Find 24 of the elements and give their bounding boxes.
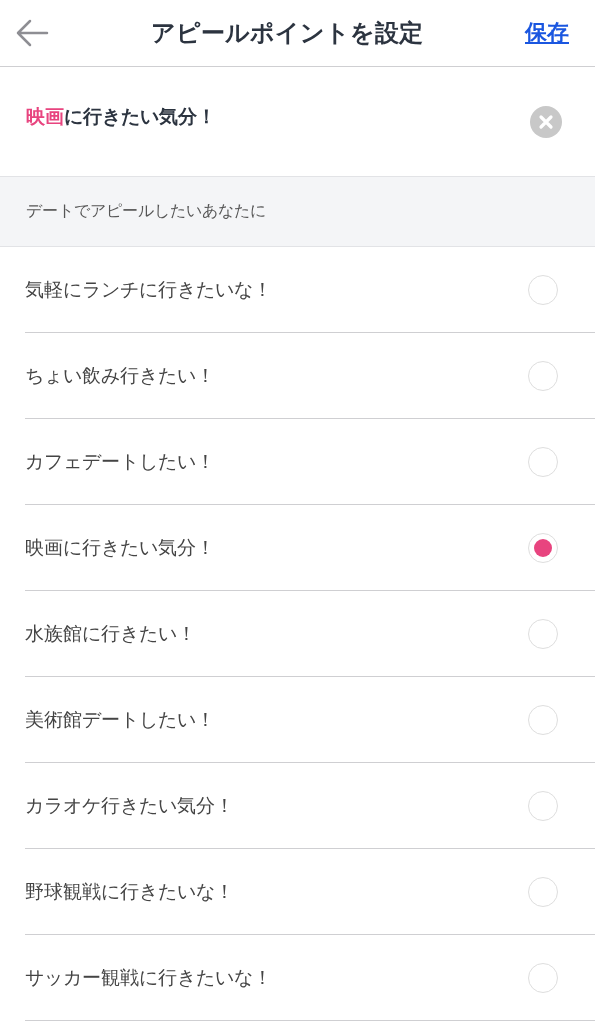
option-row[interactable]: 水族館に行きたい！ [25, 591, 595, 677]
option-row[interactable]: 野球観戦に行きたいな！ [25, 849, 595, 935]
option-label: 水族館に行きたい！ [25, 620, 196, 646]
option-row[interactable]: サッカー観戦に行きたいな！ [25, 935, 595, 1021]
option-label: 気軽にランチに行きたいな！ [25, 276, 272, 302]
option-row[interactable]: 映画に行きたい気分！ [25, 505, 595, 591]
section-heading: デートでアピールしたいあなたに [26, 201, 266, 222]
option-row[interactable]: 美術館デートしたい！ [25, 677, 595, 763]
save-link[interactable]: 保存 [525, 18, 569, 48]
option-row[interactable]: カラオケ行きたい気分！ [25, 763, 595, 849]
option-label: カフェデートしたい！ [25, 448, 215, 474]
option-label: ちょい飲み行きたい！ [25, 362, 215, 388]
option-label: 野球観戦に行きたいな！ [25, 878, 234, 904]
back-arrow-icon[interactable] [15, 19, 49, 47]
page-title: アピールポイントを設定 [151, 18, 423, 49]
selected-appeal-text: 映画に行きたい気分！ [26, 103, 216, 129]
clear-icon[interactable] [530, 105, 562, 138]
option-label: 美術館デートしたい！ [25, 706, 215, 732]
option-row[interactable]: ちょい飲み行きたい！ [25, 333, 595, 419]
option-row[interactable]: カフェデートしたい！ [25, 419, 595, 505]
option-label: カラオケ行きたい気分！ [25, 792, 234, 818]
option-row[interactable]: 気軽にランチに行きたいな！ [25, 247, 595, 333]
option-label: 映画に行きたい気分！ [25, 534, 215, 560]
option-label: サッカー観戦に行きたいな！ [25, 964, 272, 990]
